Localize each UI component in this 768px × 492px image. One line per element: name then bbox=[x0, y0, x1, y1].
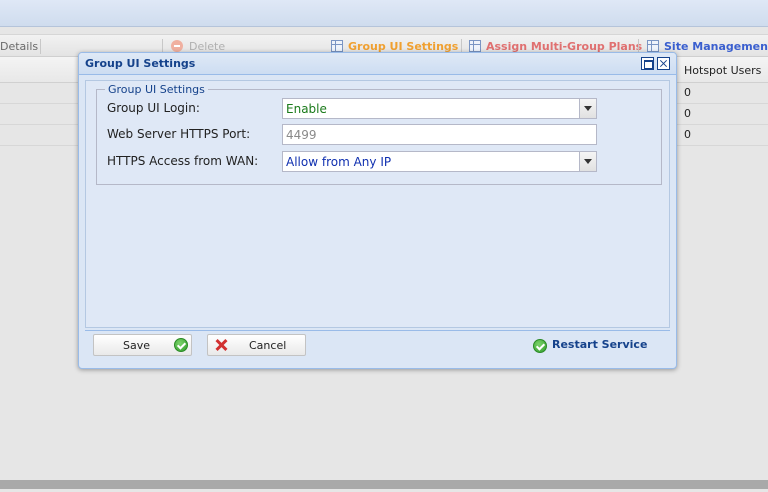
group-ui-login-value: Enable bbox=[286, 102, 327, 116]
group-ui-settings-dialog: Group UI Settings Group UI Settings Grou… bbox=[78, 52, 677, 369]
https-port-field[interactable] bbox=[282, 124, 597, 145]
group-ui-settings-fieldset: Group UI Settings Group UI Login: Enable… bbox=[96, 83, 662, 185]
maximize-icon[interactable] bbox=[641, 57, 654, 70]
check-icon bbox=[174, 338, 188, 352]
chevron-down-icon[interactable] bbox=[579, 99, 596, 118]
https-port-input[interactable] bbox=[283, 125, 596, 144]
https-wan-access-value: Allow from Any IP bbox=[286, 155, 392, 169]
hotspot-users-cell: 0 bbox=[684, 128, 691, 141]
fieldset-legend: Group UI Settings bbox=[105, 83, 208, 96]
app-top-bar bbox=[0, 0, 768, 27]
check-icon bbox=[533, 339, 547, 353]
dialog-title: Group UI Settings bbox=[85, 57, 196, 70]
cancel-label: Cancel bbox=[249, 339, 287, 352]
restart-service-button[interactable]: Restart Service bbox=[533, 338, 653, 354]
dialog-footer: Save Cancel Restart Service bbox=[85, 330, 670, 360]
save-label: Save bbox=[123, 339, 151, 352]
hotspot-users-cell: 0 bbox=[684, 86, 691, 99]
https-wan-access-select[interactable]: Allow from Any IP bbox=[282, 151, 597, 172]
https-port-label: Web Server HTTPS Port: bbox=[107, 127, 251, 141]
details-button[interactable]: Details bbox=[0, 39, 38, 55]
hotspot-users-cell: 0 bbox=[684, 107, 691, 120]
grid-icon bbox=[647, 40, 659, 52]
https-wan-access-label: HTTPS Access from WAN: bbox=[107, 154, 259, 168]
close-x-icon bbox=[215, 339, 227, 351]
save-button[interactable]: Save bbox=[93, 334, 192, 356]
toolbar-separator bbox=[40, 39, 41, 54]
dialog-header[interactable]: Group UI Settings bbox=[79, 53, 676, 75]
cancel-button[interactable]: Cancel bbox=[207, 334, 306, 356]
chevron-down-icon[interactable] bbox=[579, 152, 596, 171]
hotspot-users-column-header[interactable]: Hotspot Users bbox=[684, 64, 761, 77]
dialog-body: Group UI Settings Group UI Login: Enable… bbox=[85, 80, 670, 328]
grid-icon bbox=[331, 40, 343, 52]
horizontal-scrollbar[interactable] bbox=[0, 480, 768, 489]
delete-icon bbox=[171, 40, 183, 52]
close-icon[interactable] bbox=[657, 57, 670, 70]
group-ui-login-select[interactable]: Enable bbox=[282, 98, 597, 119]
group-ui-login-label: Group UI Login: bbox=[107, 101, 200, 115]
restart-service-label: Restart Service bbox=[552, 338, 648, 351]
grid-icon bbox=[469, 40, 481, 52]
site-management-label: Site Management bbox=[664, 40, 768, 53]
